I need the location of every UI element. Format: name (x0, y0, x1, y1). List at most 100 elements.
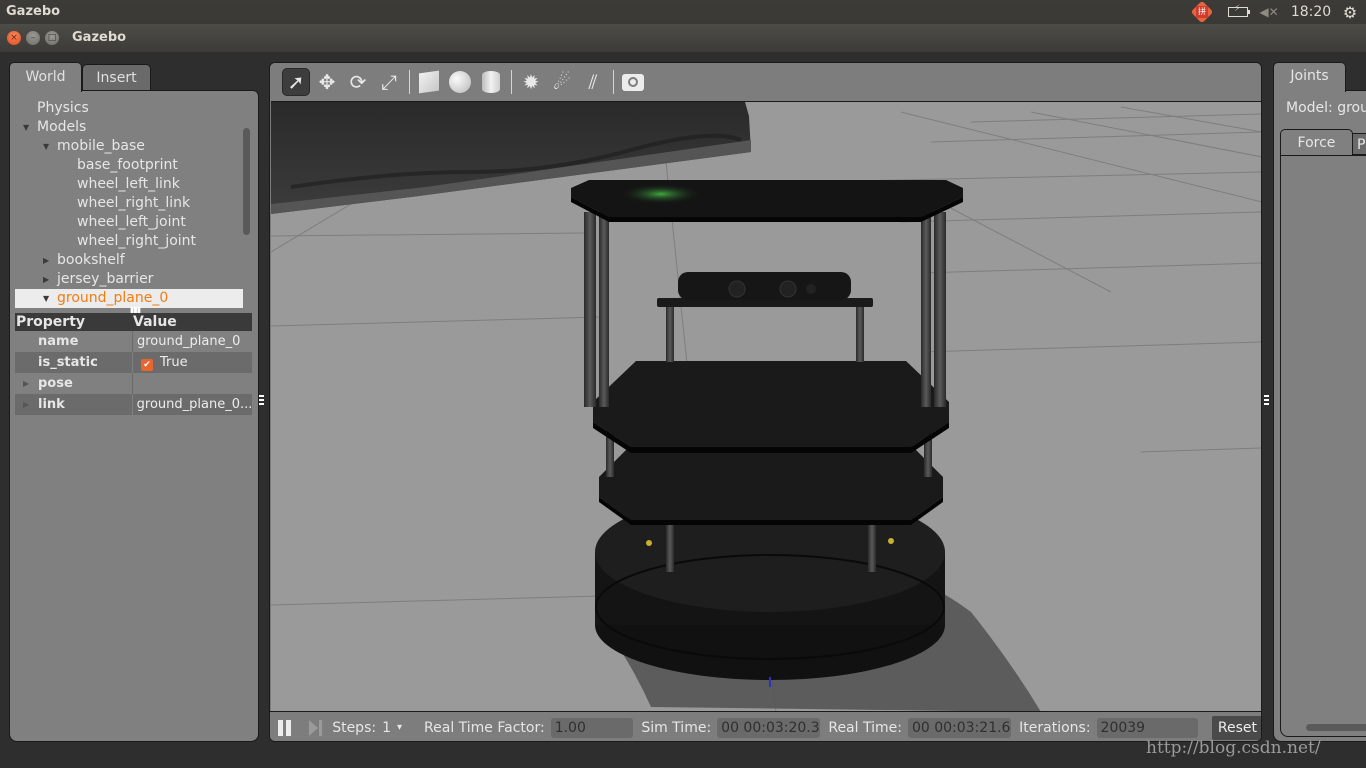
select-mode-button[interactable]: ➚ (282, 68, 310, 96)
toolbar-separator (613, 70, 614, 94)
spot-light-button[interactable]: ☄ (548, 68, 576, 96)
render-panel: ➚ ✥ ⟳ ⤢ ✹ ☄ ⫽ Steps: 1 ▾ Real Time Facto… (269, 62, 1262, 742)
scale-mode-button[interactable]: ⤢ (375, 68, 403, 96)
reset-button[interactable]: Reset (1211, 715, 1261, 740)
property-value-text: True (160, 355, 188, 370)
insert-cylinder-button[interactable] (477, 68, 505, 96)
window-maximize-button[interactable]: □ (45, 31, 59, 45)
property-table-header: Property Value (15, 313, 252, 331)
cylinder-icon (482, 71, 500, 93)
expand-arrow-icon[interactable]: ▶ (23, 373, 29, 394)
world-tree: Physics ▼ Models ▼ mobile_base base_footprint… (15, 99, 243, 308)
box-icon (419, 70, 439, 94)
iterations-value: 20039 (1096, 717, 1198, 738)
pause-button[interactable] (278, 719, 292, 736)
tree-item-wheel-right-link[interactable]: wheel_right_link (15, 194, 243, 213)
property-value[interactable]: ✔ True (133, 352, 188, 373)
sim-time-value: 00 00:03:20.390 (717, 717, 821, 738)
tree-item-wheel-right-joint[interactable]: wheel_right_joint (15, 232, 243, 251)
tree-item-label: bookshelf (57, 252, 125, 268)
tree-item-wheel-left-joint[interactable]: wheel_left_joint (15, 213, 243, 232)
tab-world[interactable]: World (9, 62, 82, 92)
window-minimize-button[interactable]: – (26, 31, 40, 45)
expand-down-arrow-icon[interactable]: ▼ (43, 137, 49, 156)
input-method-icon[interactable]: 拼 (1190, 0, 1214, 24)
directional-light-button[interactable]: ⫽ (579, 68, 607, 96)
tab-insert[interactable]: Insert (82, 64, 151, 90)
point-light-button[interactable]: ✹ (517, 68, 545, 96)
subtab-force[interactable]: Force (1280, 129, 1353, 155)
value-column-header: Value (133, 314, 177, 330)
rotate-mode-button[interactable]: ⟳ (344, 68, 372, 96)
tab-joints[interactable]: Joints (1273, 62, 1346, 92)
viewport-toolbar: ➚ ✥ ⟳ ⤢ ✹ ☄ ⫽ (270, 63, 1261, 101)
battery-charging-icon[interactable] (1226, 3, 1250, 21)
property-value-text: ground_plane_0... (136, 397, 252, 412)
tree-item-ground-plane-0[interactable]: ▼ ground_plane_0 (15, 289, 243, 308)
window-close-button[interactable]: × (7, 31, 21, 45)
property-value (133, 373, 137, 394)
window-title-bar: × – □ Gazebo (0, 24, 1366, 52)
property-row-pose[interactable]: ▶ pose (15, 373, 252, 394)
property-key: link (15, 394, 133, 415)
tree-scrollbar[interactable] (243, 128, 250, 235)
tree-item-Models[interactable]: ▼ Models (15, 118, 243, 137)
tree-item-label: wheel_right_link (77, 195, 191, 211)
simulation-status-bar: Steps: 1 ▾ Real Time Factor: 1.00 Sim Ti… (270, 711, 1261, 741)
property-row-is-static[interactable]: is_static ✔ True (15, 352, 252, 373)
tree-item-label: wheel_left_link (77, 176, 180, 192)
sphere-icon (449, 71, 471, 93)
insert-sphere-button[interactable] (446, 68, 474, 96)
property-column-header: Property (16, 314, 86, 330)
window-title: Gazebo (72, 30, 127, 45)
steps-value[interactable]: 1 (382, 720, 391, 736)
checkbox-checked-icon[interactable]: ✔ (141, 359, 153, 371)
tree-item-wheel-left-link[interactable]: wheel_left_link (15, 175, 243, 194)
joints-panel-body: Model: grou Force P (1273, 90, 1366, 742)
left-panel-resize-handle[interactable] (259, 395, 265, 409)
sim-time-label: Sim Time: (641, 719, 712, 736)
tree-item-Physics[interactable]: Physics (15, 99, 243, 118)
subtab-position[interactable]: P (1352, 133, 1366, 155)
translate-mode-button[interactable]: ✥ (313, 68, 341, 96)
right-panel-resize-handle[interactable] (1264, 395, 1270, 409)
property-key: pose (15, 373, 133, 394)
3d-viewport[interactable] (271, 101, 1261, 711)
turtlebot-model (571, 180, 963, 687)
spot-light-icon: ☄ (553, 70, 571, 94)
real-time-factor-label: Real Time Factor: (424, 719, 545, 736)
volume-muted-icon[interactable]: ◀✕ (1258, 3, 1280, 21)
watermark: http://blog.csdn.net/ (1146, 738, 1321, 758)
expand-down-arrow-icon[interactable]: ▼ (43, 289, 49, 308)
system-settings-gear-icon[interactable]: ⚙ (1340, 3, 1360, 22)
expand-arrow-icon[interactable]: ▶ (23, 394, 29, 415)
steps-dropdown-icon[interactable]: ▾ (397, 722, 402, 733)
tree-item-label: base_footprint (77, 157, 178, 173)
collapse-right-arrow-icon[interactable]: ▶ (43, 251, 49, 270)
collapse-right-arrow-icon[interactable]: ▶ (43, 270, 49, 289)
tree-item-label: ground_plane_0 (57, 290, 169, 306)
system-top-bar: Gazebo 拼 ◀✕ 18:20 ⚙ (0, 0, 1366, 24)
property-row-name[interactable]: name ground_plane_0 (15, 331, 252, 352)
screenshot-button[interactable] (619, 68, 647, 96)
tree-item-jersey-barrier[interactable]: ▶ jersey_barrier (15, 270, 243, 289)
arrow-cursor-icon: ➚ (287, 70, 305, 94)
toolbar-separator (409, 70, 410, 94)
tree-item-mobile-base[interactable]: ▼ mobile_base (15, 137, 243, 156)
tree-item-base-footprint[interactable]: base_footprint (15, 156, 243, 175)
rotate-icon: ⟳ (349, 70, 367, 94)
insert-box-button[interactable] (415, 68, 443, 96)
clock[interactable]: 18:20 (1290, 3, 1332, 21)
property-row-link[interactable]: ▶ link ground_plane_0... (15, 394, 252, 415)
tree-item-bookshelf[interactable]: ▶ bookshelf (15, 251, 243, 270)
tree-item-label: Models (37, 119, 87, 135)
property-key: name (15, 331, 133, 352)
steps-label: Steps: (332, 719, 377, 736)
expand-down-arrow-icon[interactable]: ▼ (23, 118, 29, 137)
property-table: Property Value name ground_plane_0 is_stat… (15, 313, 252, 415)
active-app-name: Gazebo (6, 4, 61, 19)
step-button[interactable] (309, 719, 323, 736)
joints-panel: Joints Model: grou Force P (1273, 62, 1366, 742)
property-key: is_static (15, 352, 133, 373)
force-horizontal-scrollbar[interactable] (1306, 724, 1366, 731)
